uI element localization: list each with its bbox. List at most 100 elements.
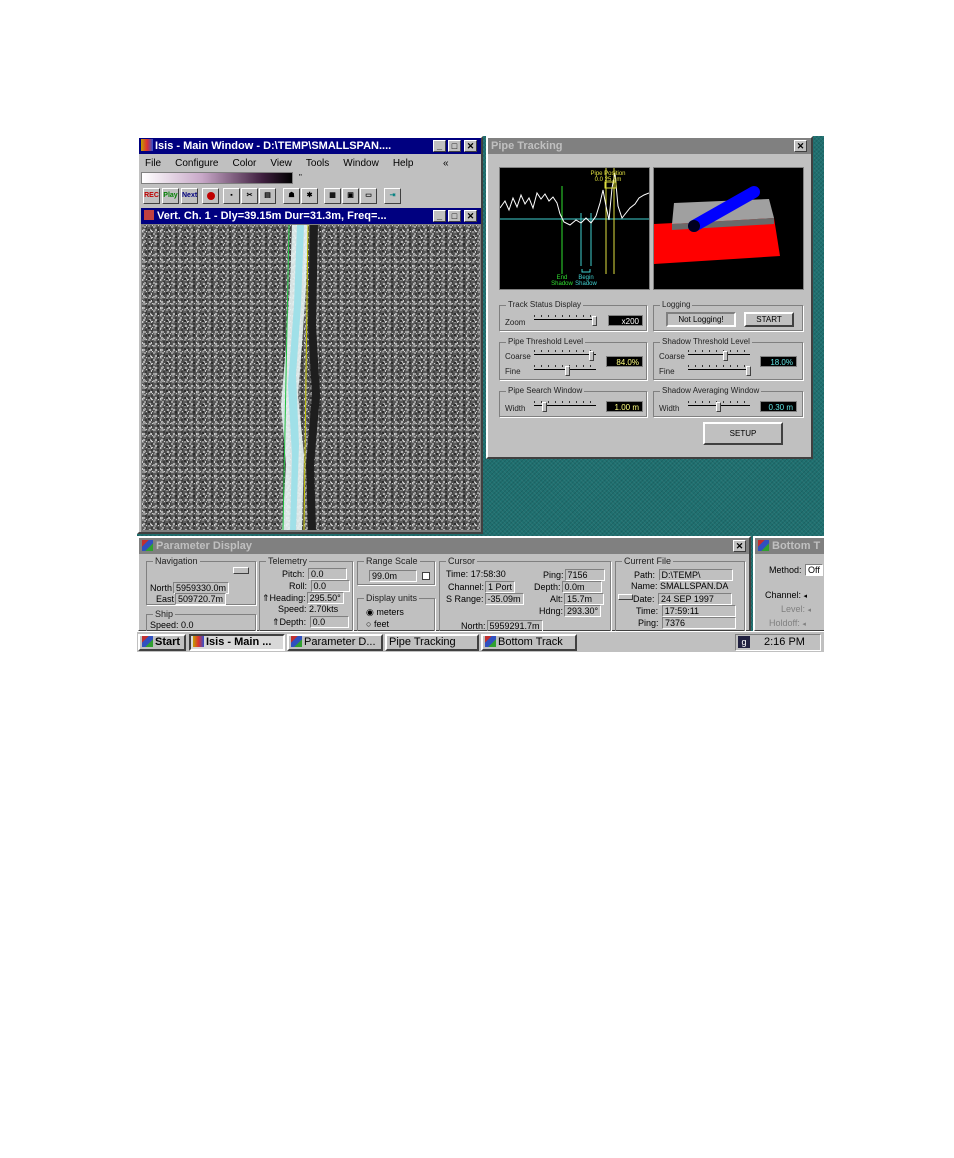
child-window-title: Vert. Ch. 1 - Dly=39.15m Dur=31.3m, Freq…: [157, 210, 387, 222]
bottom-track-taskbar-icon: [485, 636, 496, 647]
end-shadow-label: End Shadow: [551, 275, 573, 287]
ship-group: Ship Speed: 0.0: [146, 609, 256, 632]
menu-file[interactable]: File: [145, 158, 161, 169]
channel-field: Channel: ◂: [765, 590, 808, 600]
bottom-track-title-bar[interactable]: Bottom T: [755, 538, 824, 554]
telemetry-label: Telemetry: [266, 556, 310, 566]
save-icon[interactable]: ▪: [223, 188, 240, 204]
file-path-field: Path: D:\TEMP\: [634, 569, 733, 581]
pipe-tracking-close-button[interactable]: ✕: [794, 140, 807, 152]
feet-radio[interactable]: ○ feet: [366, 619, 389, 629]
shadow-fine-slider[interactable]: [688, 365, 751, 376]
cursor-ping-value: 7156: [564, 569, 605, 581]
sonar-image[interactable]: [142, 225, 480, 530]
method-select[interactable]: Off: [805, 564, 823, 576]
person-icon[interactable]: ☗: [283, 188, 300, 204]
windows-logo-icon: [142, 636, 153, 647]
taskbar-item-isis-main[interactable]: Isis - Main ...: [189, 634, 285, 651]
display-units-label: Display units: [364, 593, 420, 603]
cascade-windows-icon[interactable]: ▣: [342, 188, 359, 204]
holdoff-spinner[interactable]: ◂: [802, 621, 806, 628]
file-date-value: 24 SEP 1997: [658, 593, 733, 605]
channel-spinner[interactable]: ◂: [804, 593, 808, 600]
menu-tools[interactable]: Tools: [306, 158, 329, 169]
tile-windows-icon[interactable]: ▦: [324, 188, 341, 204]
close-button[interactable]: ✕: [464, 140, 477, 152]
level-spinner[interactable]: ◂: [808, 607, 812, 614]
child-title-bar[interactable]: Vert. Ch. 1 - Dly=39.15m Dur=31.3m, Freq…: [141, 208, 481, 224]
maximize-button[interactable]: □: [448, 140, 461, 152]
menu-overflow[interactable]: «: [443, 158, 449, 169]
zoom-slider[interactable]: [534, 315, 597, 326]
cursor-alt-field: Alt: 15.7m: [550, 593, 605, 605]
cursor-channel-value: 1 Port: [485, 581, 516, 593]
setup-button[interactable]: SETUP: [703, 422, 783, 445]
menu-help[interactable]: Help: [393, 158, 414, 169]
range-scale-checkbox[interactable]: [422, 572, 430, 580]
shadow-coarse-slider[interactable]: [688, 350, 750, 361]
menu-configure[interactable]: Configure: [175, 158, 218, 169]
minimize-button[interactable]: _: [433, 140, 446, 152]
taskbar-item-pipe-tracking[interactable]: Pipe Tracking: [385, 634, 479, 651]
print-icon[interactable]: ▤: [259, 188, 276, 204]
isis-app-icon: [141, 139, 153, 151]
play-button[interactable]: Play: [162, 188, 179, 204]
start-logging-button[interactable]: START: [744, 312, 794, 327]
tools-icon[interactable]: ✱: [301, 188, 318, 204]
exit-icon[interactable]: ⇥: [384, 188, 401, 204]
shadow-threshold-label: Shadow Threshold Level: [660, 337, 752, 346]
pipe-threshold-group: Pipe Threshold Level Coarse Fine 84.0%: [499, 337, 647, 380]
heading-value: 295.50°: [306, 592, 344, 604]
child-maximize-button[interactable]: □: [448, 210, 461, 222]
menu-window[interactable]: Window: [343, 158, 379, 169]
shadow-averaging-slider[interactable]: [688, 401, 750, 412]
stop-icon[interactable]: [202, 188, 219, 204]
range-scale-value[interactable]: 99.0m: [369, 570, 417, 582]
level-field: Level: ◂: [781, 604, 812, 614]
start-button[interactable]: Start: [138, 634, 186, 651]
navigation-toggle[interactable]: [233, 567, 249, 574]
file-time-value: 17:59:11: [661, 605, 736, 617]
isis-taskbar-icon: [193, 636, 204, 647]
window-icon[interactable]: ▭: [360, 188, 377, 204]
telemetry-speed-value: 2.70kts: [309, 604, 339, 614]
tray-app-icon[interactable]: g: [738, 636, 750, 648]
meters-radio[interactable]: ◉ meters: [366, 607, 404, 618]
next-button[interactable]: Next: [181, 188, 198, 204]
record-button[interactable]: REC: [143, 188, 160, 204]
main-title-bar[interactable]: Isis - Main Window - D:\TEMP\SMALLSPAN..…: [139, 138, 481, 154]
navigation-group: Navigation North 5959330.0m East 509720.7m: [146, 556, 256, 605]
parameter-display-close-button[interactable]: ✕: [733, 540, 746, 552]
pipe-3d-view[interactable]: [653, 167, 804, 290]
menu-color[interactable]: Color: [232, 158, 256, 169]
file-date-toggle[interactable]: [618, 594, 633, 600]
shadow-averaging-value: 0.30 m: [760, 401, 797, 412]
depth-field: ⇑Depth: 0.0: [272, 616, 349, 628]
pipe-profile-graph: Pipe Position 0.0 25.8m End Shadow Begin S…: [499, 168, 650, 287]
pipe-threshold-label: Pipe Threshold Level: [506, 337, 586, 346]
menu-view[interactable]: View: [270, 158, 292, 169]
pipe-profile-plot[interactable]: Pipe Position 0.0 25.8m End Shadow Begin S…: [499, 167, 650, 290]
logging-status: Not Logging!: [666, 312, 736, 327]
pipe-coarse-slider[interactable]: [534, 350, 596, 361]
color-palette-bar[interactable]: [141, 172, 293, 184]
heading-arrow-icon: ⇑: [262, 593, 270, 603]
child-minimize-button[interactable]: _: [433, 210, 446, 222]
taskbar-item-bottom-track[interactable]: Bottom Track: [481, 634, 577, 651]
range-scale-label: Range Scale: [364, 556, 420, 566]
palette-marker: ": [299, 173, 302, 182]
cut-icon[interactable]: ✂: [241, 188, 258, 204]
child-close-button[interactable]: ✕: [464, 210, 477, 222]
pipe-fine-slider[interactable]: [534, 365, 596, 376]
logging-label: Logging: [660, 300, 693, 309]
cursor-ping-field: Ping: 7156: [543, 569, 605, 581]
parameter-display-title-bar[interactable]: Parameter Display ✕: [139, 538, 749, 554]
pipe-search-slider[interactable]: [534, 401, 596, 412]
zoom-value: x200: [608, 315, 643, 326]
taskbar-item-parameter-display[interactable]: Parameter D...: [287, 634, 383, 651]
logging-group: Logging Not Logging! START: [653, 300, 803, 331]
current-file-group: Current File Path: D:\TEMP\ Name: SMALLS…: [615, 556, 745, 633]
cursor-alt-value: 15.7m: [564, 593, 605, 605]
shadow-threshold-value: 18.0%: [760, 356, 797, 367]
pipe-tracking-title-bar[interactable]: Pipe Tracking ✕: [488, 138, 811, 154]
